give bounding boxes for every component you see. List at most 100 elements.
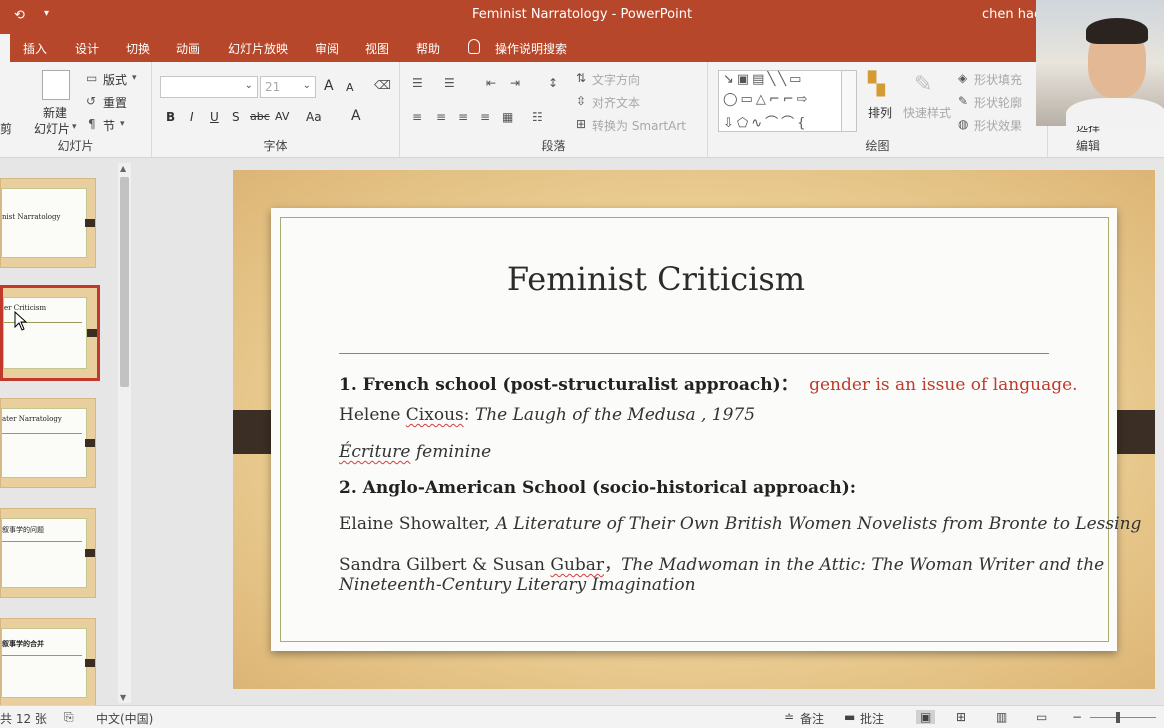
section-icon[interactable]: ¶	[88, 117, 96, 131]
line-spacing-icon[interactable]: ↕	[548, 76, 558, 90]
quick-styles-button[interactable]: 快速样式	[903, 104, 951, 121]
distribute-icon[interactable]: ▦	[502, 110, 513, 124]
slide-line-7[interactable]: Nineteenth-Century Literary Imagination	[339, 575, 696, 595]
scroll-down-icon[interactable]: ▼	[120, 693, 126, 702]
notes-button[interactable]: 备注	[800, 710, 824, 727]
notes-icon[interactable]: ≐	[784, 710, 794, 724]
change-case-button[interactable]: Aa	[306, 110, 322, 124]
tab-transitions[interactable]: 切换	[126, 40, 150, 57]
tab-review[interactable]: 审阅	[315, 40, 339, 57]
clipboard-partial-label[interactable]: 剪	[0, 120, 12, 137]
new-slide-button-label-2[interactable]: 幻灯片	[34, 120, 70, 137]
char-spacing-button[interactable]: AV	[275, 110, 289, 123]
chevron-down-icon[interactable]: ▾	[72, 122, 77, 132]
text-direction-icon[interactable]: ⇅	[576, 71, 586, 85]
font-color-button[interactable]: A	[351, 108, 361, 124]
strikethrough-button[interactable]: abc	[250, 110, 270, 123]
normal-view-icon[interactable]: ▣	[916, 710, 936, 724]
shadow-button[interactable]: S	[232, 110, 240, 124]
font-size-box[interactable]: 21 ⌄	[260, 76, 316, 98]
scroll-up-icon[interactable]: ▲	[120, 164, 126, 173]
increase-indent-icon[interactable]: ⇥	[510, 76, 520, 90]
shapes-row-3[interactable]: ⇩⬠∿⌒⌒{	[723, 112, 808, 131]
slide-line-6[interactable]: Sandra Gilbert & Susan Gubar，The Madwoma…	[339, 550, 1104, 575]
chevron-down-icon[interactable]: ⌄	[303, 80, 311, 91]
layout-icon[interactable]: ▭	[86, 71, 97, 85]
reset-icon[interactable]: ↺	[86, 94, 96, 108]
tab-animations[interactable]: 动画	[176, 40, 200, 57]
quick-styles-icon[interactable]: ✎	[914, 72, 932, 97]
slide-line-5[interactable]: Elaine Showalter, A Literature of Their …	[339, 514, 1141, 534]
tab-design[interactable]: 设计	[75, 40, 99, 57]
italic-button[interactable]: I	[190, 110, 194, 124]
tab-file-edge[interactable]	[0, 34, 10, 62]
slide-thumbnail-1[interactable]: nist Narratology	[0, 178, 96, 268]
comments-button[interactable]: 批注	[860, 710, 884, 727]
shapes-gallery-scroll[interactable]	[841, 70, 857, 132]
align-center-icon[interactable]: ≡	[436, 110, 446, 124]
shape-fill-button[interactable]: 形状填充	[974, 71, 1022, 88]
clear-format-icon[interactable]: ⌫	[374, 78, 391, 92]
bold-button[interactable]: B	[166, 110, 175, 124]
align-text-icon[interactable]: ⇳	[576, 94, 586, 108]
slide-line-3[interactable]: Écriture feminine	[339, 442, 491, 462]
shapes-gallery[interactable]: ↘▣▤╲╲▭ ◯▭△⌐⌐⇨ ⇩⬠∿⌒⌒{	[718, 70, 856, 132]
reading-view-icon[interactable]: ▥	[996, 710, 1007, 724]
scrollbar-thumb[interactable]	[120, 177, 129, 387]
bullets-icon[interactable]: ☰	[412, 76, 423, 90]
decrease-indent-icon[interactable]: ⇤	[486, 76, 496, 90]
tab-insert[interactable]: 插入	[23, 40, 47, 57]
shapes-row-1[interactable]: ↘▣▤╲╲▭	[723, 72, 804, 87]
chevron-down-icon[interactable]: ⌄	[245, 80, 253, 91]
slideshow-view-icon[interactable]: ▭	[1036, 710, 1047, 724]
tab-slideshow[interactable]: 幻灯片放映	[228, 40, 288, 57]
accessibility-icon[interactable]: ⎘	[64, 710, 74, 725]
chevron-down-icon[interactable]: ▾	[132, 73, 137, 83]
text-direction-button[interactable]: 文字方向	[592, 71, 640, 88]
shape-effects-button[interactable]: 形状效果	[974, 117, 1022, 134]
tab-help[interactable]: 帮助	[416, 40, 440, 57]
shape-fill-icon[interactable]: ◈	[958, 71, 967, 85]
shape-outline-button[interactable]: 形状轮廓	[974, 94, 1022, 111]
new-slide-icon[interactable]	[42, 70, 70, 100]
slide-line-2[interactable]: Helene Cixous: The Laugh of the Medusa ,…	[339, 405, 755, 425]
slide-sorter-icon[interactable]: ⊞	[956, 710, 966, 724]
align-right-icon[interactable]: ≡	[458, 110, 468, 124]
section-button[interactable]: 节	[103, 117, 115, 134]
grow-font-button[interactable]: A	[324, 78, 334, 94]
align-left-icon[interactable]: ≡	[412, 110, 422, 124]
reset-button[interactable]: 重置	[103, 94, 127, 111]
thumbnail-scrollbar[interactable]: ▲ ▼	[118, 163, 131, 703]
shapes-row-2[interactable]: ◯▭△⌐⌐⇨	[723, 92, 811, 107]
shrink-font-button[interactable]: A	[346, 81, 354, 94]
new-slide-button-label-1[interactable]: 新建	[43, 104, 67, 121]
slide-line-4[interactable]: 2. Anglo-American School (socio-historic…	[339, 478, 856, 498]
slide-thumbnail-5[interactable]: 叙事学的合并	[0, 618, 96, 708]
slide-line-1[interactable]: 1. French school (post-structuralist app…	[339, 370, 1078, 395]
chevron-down-icon[interactable]: ▾	[120, 119, 125, 129]
slide-thumbnail-4[interactable]: 叙事学的问题	[0, 508, 96, 598]
language-indicator[interactable]: 中文(中国)	[96, 710, 153, 727]
slide-title[interactable]: Feminist Criticism	[271, 260, 1041, 298]
slide-thumbnail-3[interactable]: ater Narratology	[0, 398, 96, 488]
smartart-icon[interactable]: ⊞	[576, 117, 586, 131]
font-name-box[interactable]: ⌄	[160, 76, 258, 98]
zoom-slider-knob[interactable]	[1116, 712, 1120, 723]
arrange-button[interactable]: 排列	[868, 104, 892, 121]
comments-icon[interactable]: ▬	[844, 710, 855, 724]
shape-effects-icon[interactable]: ◍	[958, 117, 968, 131]
user-name[interactable]: chen hao	[982, 7, 1042, 22]
slide-thumbnail-2[interactable]: er Criticism	[0, 285, 100, 381]
numbering-icon[interactable]: ☰	[444, 76, 455, 90]
shape-outline-icon[interactable]: ✎	[958, 94, 968, 108]
arrange-icon[interactable]: ▚	[868, 72, 885, 97]
tab-view[interactable]: 视图	[365, 40, 389, 57]
columns-icon[interactable]: ☷	[532, 110, 543, 124]
smartart-button[interactable]: 转换为 SmartArt	[592, 117, 686, 134]
zoom-slider[interactable]	[1090, 712, 1156, 723]
layout-button[interactable]: 版式	[103, 71, 127, 88]
justify-icon[interactable]: ≡	[480, 110, 490, 124]
tell-me-search[interactable]: 操作说明搜索	[495, 40, 567, 57]
zoom-out-icon[interactable]: −	[1072, 710, 1082, 724]
underline-button[interactable]: U	[210, 110, 219, 124]
